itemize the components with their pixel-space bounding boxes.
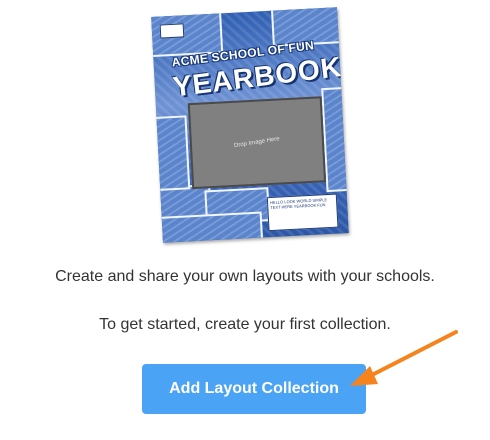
arrow-pointer-icon <box>350 330 458 386</box>
add-layout-collection-button[interactable]: Add Layout Collection <box>142 364 366 414</box>
yearbook-preview: ACME SCHOOL OF FUN YEARBOOK Drop Image H… <box>151 7 349 252</box>
cover-panel <box>157 211 264 243</box>
cover-panel <box>152 115 191 191</box>
yearbook-cover: ACME SCHOOL OF FUN YEARBOOK Drop Image H… <box>151 7 349 243</box>
image-drop-zone: Drop Image Here <box>187 96 327 190</box>
intro-message: Create and share your own layouts with y… <box>55 268 435 285</box>
drop-zone-label: Drop Image Here <box>233 136 281 150</box>
cover-speech-box: HELLO LOOK WORLD SIMPLE TEXT HERE YEARBO… <box>266 193 339 232</box>
cover-corner-tag <box>159 23 185 39</box>
